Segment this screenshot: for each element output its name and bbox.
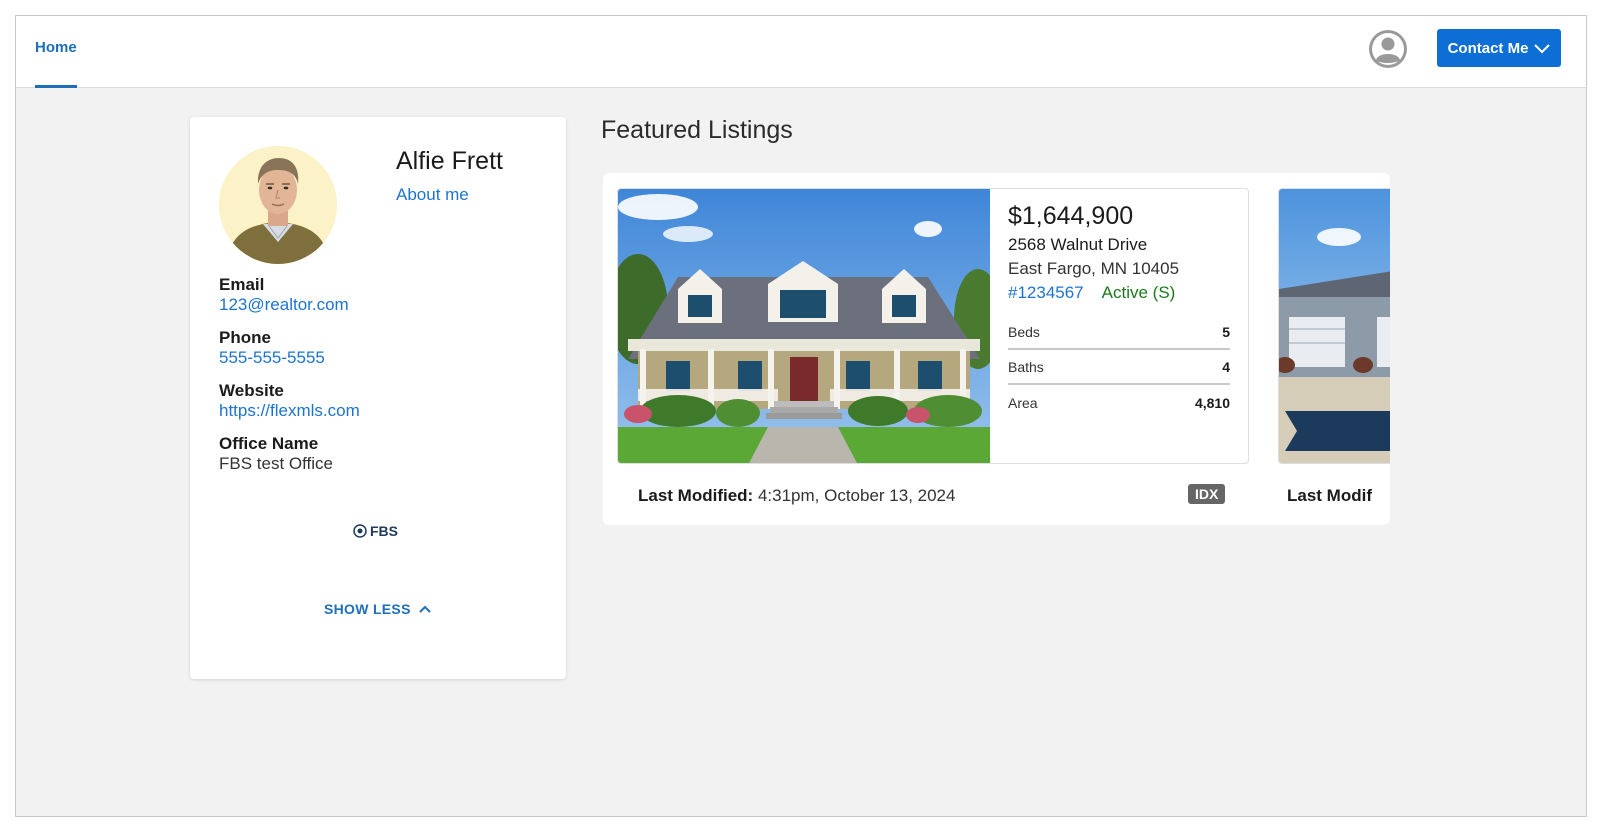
fbs-logo-text: FBS (370, 523, 398, 539)
show-less-button[interactable]: SHOW LESS (324, 601, 431, 617)
idx-badge: IDX (1188, 484, 1226, 504)
listing-card[interactable] (1278, 188, 1390, 464)
featured-listings-title: Featured Listings (601, 116, 793, 144)
spec-label: Area (1008, 394, 1038, 411)
spec-row-beds: Beds 5 (1008, 315, 1230, 350)
email-label: Email (219, 275, 265, 294)
spec-value: 4 (1222, 358, 1230, 375)
last-modified-value: 4:31pm, October 13, 2024 (757, 486, 956, 505)
email-link[interactable]: 123@realtor.com (219, 295, 349, 315)
website-block: Website https://flexmls.com (219, 381, 360, 421)
last-modified-label: Last Modified: (638, 486, 754, 505)
listings-carousel: $1,644,900 2568 Walnut Drive East Fargo,… (603, 173, 1390, 525)
website-link[interactable]: https://flexmls.com (219, 401, 360, 421)
office-block: Office Name FBS test Office (219, 434, 333, 474)
phone-label: Phone (219, 328, 271, 347)
nav-home-tab[interactable]: Home (35, 16, 77, 88)
listing-card[interactable]: $1,644,900 2568 Walnut Drive East Fargo,… (617, 188, 1249, 464)
agent-photo (219, 146, 337, 264)
spec-value: 5 (1222, 323, 1230, 340)
show-less-label: SHOW LESS (324, 601, 411, 617)
spec-label: Baths (1008, 358, 1044, 375)
agent-name: Alfie Frett (396, 147, 503, 175)
agent-profile-card: Alfie Frett About me Email 123@realtor.c… (190, 117, 566, 679)
spec-row-baths: Baths 4 (1008, 350, 1230, 385)
contact-me-label: Contact Me (1447, 39, 1529, 57)
chevron-down-icon (1534, 43, 1551, 53)
about-me-link[interactable]: About me (396, 185, 469, 205)
listing-mls-number[interactable]: #1234567 (1008, 281, 1084, 305)
office-value: FBS test Office (219, 454, 334, 473)
listing-city: East Fargo, MN 10405 (1008, 259, 1180, 278)
fbs-logo-icon (353, 524, 367, 538)
email-block: Email 123@realtor.com (219, 275, 349, 315)
listing-spec-table: Beds 5 Baths 4 Area 4,810 (1008, 315, 1230, 420)
last-modified: Last Modified: 4:31pm, October 13, 2024 (638, 486, 955, 506)
listing-street[interactable]: 2568 Walnut Drive (1008, 233, 1230, 257)
listing-photo[interactable] (1279, 189, 1390, 464)
fbs-logo: FBS (353, 523, 398, 539)
website-label: Website (219, 381, 284, 400)
contact-me-button[interactable]: Contact Me (1437, 29, 1561, 67)
spec-label: Beds (1008, 323, 1040, 340)
user-avatar-icon[interactable] (1368, 29, 1408, 69)
last-modified-label: Last Modif (1287, 486, 1372, 505)
app-frame: Home Contact Me Alfie Frett About me Ema… (15, 15, 1587, 817)
office-label: Office Name (219, 434, 319, 453)
listing-status: Active (S) (1101, 283, 1176, 302)
listing-mls-row: #1234567 Active (S) (1008, 281, 1230, 305)
top-nav: Home Contact Me (16, 16, 1586, 88)
chevron-up-icon (419, 605, 431, 613)
listing-details: $1,644,900 2568 Walnut Drive East Fargo,… (1008, 201, 1230, 420)
spec-row-area: Area 4,810 (1008, 385, 1230, 420)
listing-price: $1,644,900 (1008, 202, 1134, 230)
phone-block: Phone 555-555-5555 (219, 328, 325, 368)
phone-link[interactable]: 555-555-5555 (219, 348, 325, 368)
spec-value: 4,810 (1194, 394, 1230, 411)
listing-photo[interactable] (618, 189, 990, 464)
